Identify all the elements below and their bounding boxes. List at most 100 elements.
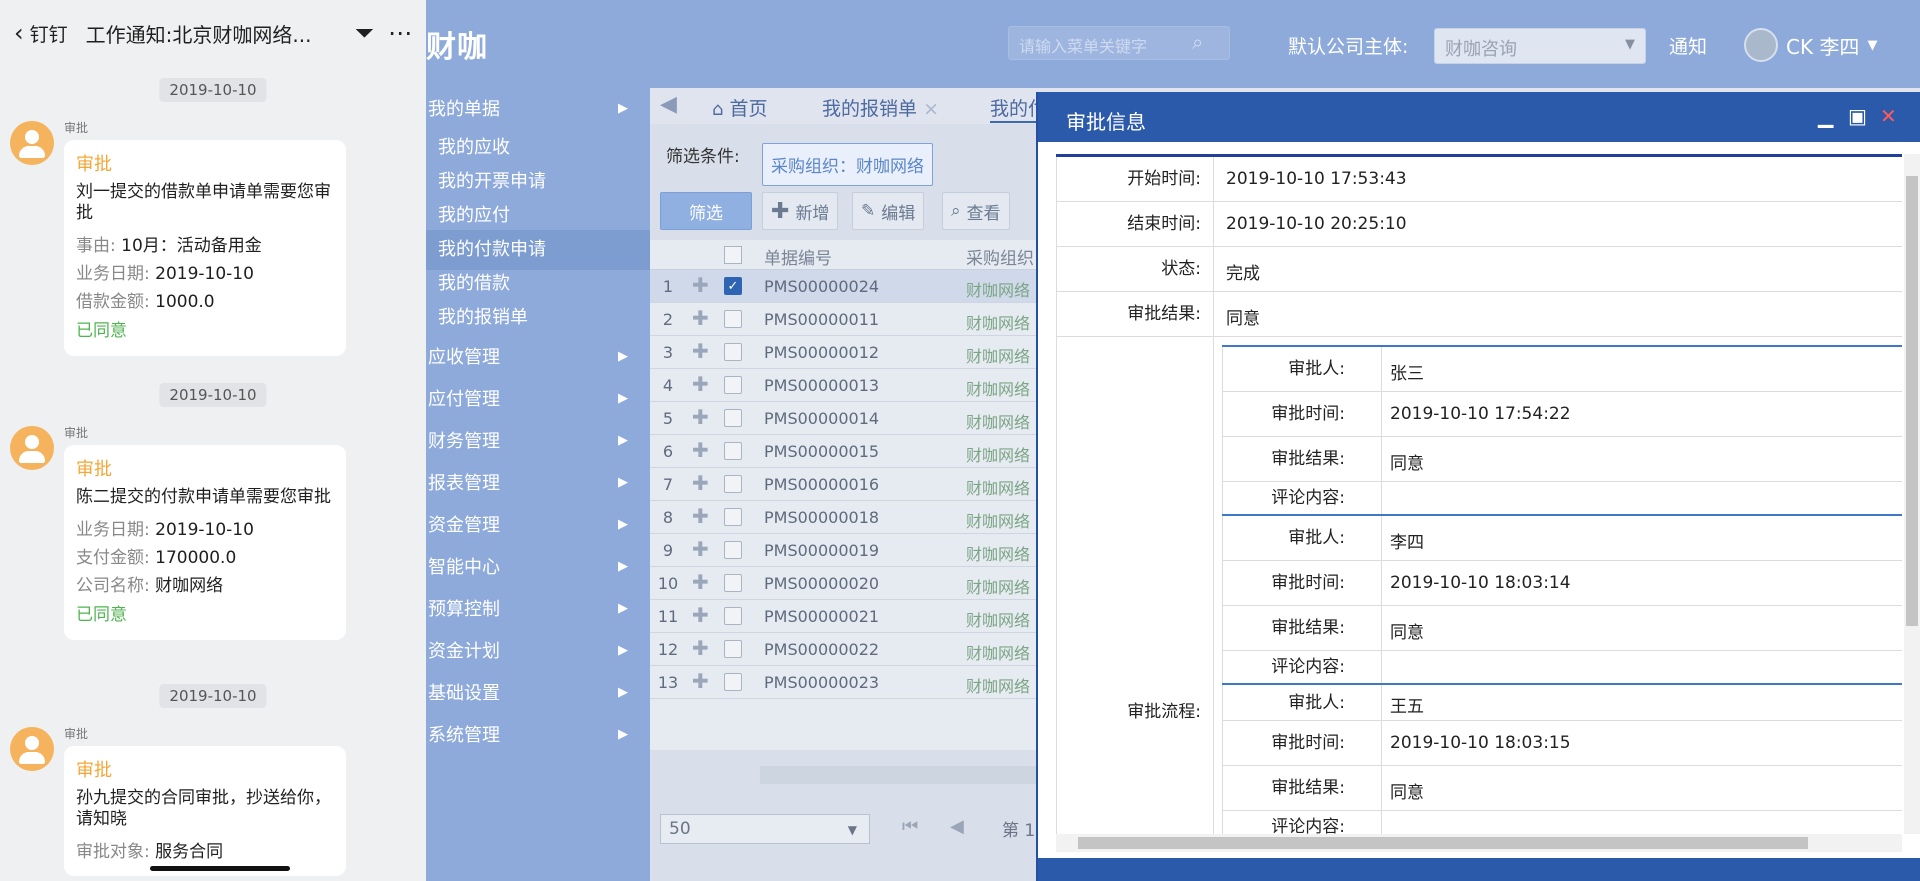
row-checkbox[interactable] <box>724 673 742 691</box>
table-row[interactable]: 12 ✚ PMS00000022 财咖网络 <box>650 633 1050 666</box>
row-checkbox[interactable] <box>724 541 742 559</box>
dialog-vscrollbar[interactable] <box>1904 154 1920 834</box>
avatar[interactable] <box>10 426 54 470</box>
tab-prev-icon[interactable]: ◀ <box>660 92 677 117</box>
sidebar-group[interactable]: 预算控制 ▶ <box>426 588 650 628</box>
table-row[interactable]: 4 ✚ PMS00000013 财咖网络 <box>650 369 1050 402</box>
expand-icon[interactable]: ✚ <box>692 537 709 561</box>
row-checkbox[interactable] <box>724 442 742 460</box>
company-select[interactable]: 财咖咨询 ▼ <box>1434 28 1646 64</box>
minimize-icon[interactable]: ▁ <box>1818 104 1833 128</box>
filter-button[interactable]: 筛选 <box>660 192 752 230</box>
table-row[interactable]: 5 ✚ PMS00000014 财咖网络 <box>650 402 1050 435</box>
row-number: 8 <box>662 508 674 527</box>
back-button[interactable]: ‹ 钉钉 <box>14 19 68 47</box>
table-row[interactable]: 6 ✚ PMS00000015 财咖网络 <box>650 435 1050 468</box>
sidebar-group[interactable]: 资金计划 ▶ <box>426 630 650 670</box>
info-value: 2019-10-10 20:25:10 <box>1226 214 1407 234</box>
expand-icon[interactable]: ✚ <box>692 603 709 627</box>
edit-button[interactable]: ✎ 编辑 <box>852 192 925 230</box>
filter-tag[interactable]: 采购组织：财咖网络 <box>762 143 933 186</box>
sidebar-group[interactable]: 报表管理 ▶ <box>426 462 650 502</box>
approval-card[interactable]: 审批 陈二提交的付款申请单需要您审批 业务日期: 2019-10-10 支付金额: 1… <box>64 445 346 640</box>
sender-name: 审批 <box>64 121 89 135</box>
flow-field-label: 评论内容: <box>1222 482 1382 514</box>
add-button[interactable]: ✚ 新增 <box>762 192 839 230</box>
avatar[interactable] <box>10 121 54 165</box>
table-row[interactable]: 1 ✚ ✓ PMS00000024 财咖网络 <box>650 270 1050 303</box>
row-checkbox[interactable]: ✓ <box>724 277 742 295</box>
table-row[interactable]: 2 ✚ PMS00000011 财咖网络 <box>650 303 1050 336</box>
expand-icon[interactable]: ✚ <box>692 669 709 693</box>
flow-label: 审批流程: <box>1056 337 1214 834</box>
row-checkbox[interactable] <box>724 376 742 394</box>
row-checkbox[interactable] <box>724 310 742 328</box>
user-icon <box>25 435 39 449</box>
row-checkbox[interactable] <box>724 409 742 427</box>
prev-page-icon[interactable]: ◀ <box>950 816 964 837</box>
col-org[interactable]: 采购组织 <box>966 244 1034 269</box>
first-page-icon[interactable]: ⏮ <box>902 816 918 837</box>
table-row[interactable]: 13 ✚ PMS00000023 财咖网络 <box>650 666 1050 699</box>
user-menu[interactable]: CK 李四 ▼ <box>1744 28 1877 62</box>
avatar[interactable] <box>10 727 54 771</box>
search-icon[interactable]: ⌕ <box>1192 30 1203 54</box>
notification-link[interactable]: 通知 <box>1669 32 1707 59</box>
sidebar-group[interactable]: 我的单据 ▶ <box>426 88 650 128</box>
sidebar-group[interactable]: 财务管理 ▶ <box>426 420 650 460</box>
row-number: 7 <box>662 475 674 494</box>
page-size-select[interactable]: 50 ▼ <box>660 814 870 844</box>
sidebar-group[interactable]: 智能中心 ▶ <box>426 546 650 586</box>
company-label: 默认公司主体: <box>1288 36 1409 58</box>
table-row[interactable]: 10 ✚ PMS00000020 财咖网络 <box>650 567 1050 600</box>
chevron-right-icon: ▶ <box>618 558 628 574</box>
select-all-checkbox[interactable] <box>724 246 742 264</box>
sidebar-group[interactable]: 系统管理 ▶ <box>426 714 650 754</box>
expand-icon[interactable]: ✚ <box>692 504 709 528</box>
expand-icon[interactable]: ✚ <box>692 339 709 363</box>
filter-label: 筛选条件: <box>666 147 740 167</box>
expand-icon[interactable]: ✚ <box>692 570 709 594</box>
card-field: 支付金额: 170000.0 <box>76 544 334 572</box>
expand-icon[interactable]: ✚ <box>692 471 709 495</box>
approval-card[interactable]: 审批 孙九提交的合同审批，抄送给你，请知晓 审批对象: 服务合同 <box>64 746 346 876</box>
table-row[interactable]: 9 ✚ PMS00000019 财咖网络 <box>650 534 1050 567</box>
sidebar-item[interactable]: 我的报销单 <box>426 298 650 338</box>
scroll-thumb[interactable] <box>1078 837 1808 849</box>
scroll-thumb[interactable] <box>1906 176 1918 626</box>
expand-icon[interactable]: ✚ <box>692 405 709 429</box>
table-row[interactable]: 8 ✚ PMS00000018 财咖网络 <box>650 501 1050 534</box>
expand-icon[interactable]: ✚ <box>692 438 709 462</box>
sidebar-group[interactable]: 资金管理 ▶ <box>426 504 650 544</box>
table-row[interactable]: 7 ✚ PMS00000016 财咖网络 <box>650 468 1050 501</box>
sidebar-group[interactable]: 基础设置 ▶ <box>426 672 650 712</box>
row-checkbox[interactable] <box>724 508 742 526</box>
expand-icon[interactable]: ✚ <box>692 372 709 396</box>
filter-icon[interactable]: ⏷ <box>355 19 374 47</box>
sidebar-group[interactable]: 应付管理 ▶ <box>426 378 650 418</box>
row-checkbox[interactable] <box>724 607 742 625</box>
row-checkbox[interactable] <box>724 574 742 592</box>
maximize-icon[interactable]: ▣ <box>1848 104 1867 128</box>
more-icon[interactable]: ⋯ <box>388 19 412 47</box>
flow-field: 审批人: 王五 <box>1222 685 1902 721</box>
expand-icon[interactable]: ✚ <box>692 636 709 660</box>
row-checkbox[interactable] <box>724 640 742 658</box>
user-name: CK 李四 <box>1786 34 1860 59</box>
view-button[interactable]: ⌕ 查看 <box>942 192 1010 230</box>
approval-card[interactable]: 审批 刘一提交的借款单申请单需要您审批 事由: 10月：活动备用金 业务日期: 201… <box>64 140 346 356</box>
tab-home[interactable]: ⌂ 首页 <box>712 94 768 121</box>
close-icon[interactable]: ✕ <box>1880 104 1897 128</box>
tab-expense[interactable]: 我的报销单 × <box>822 94 939 121</box>
expand-icon[interactable]: ✚ <box>692 273 709 297</box>
table-row[interactable]: 3 ✚ PMS00000012 财咖网络 <box>650 336 1050 369</box>
table-row[interactable]: 11 ✚ PMS00000021 财咖网络 <box>650 600 1050 633</box>
col-code[interactable]: 单据编号 <box>764 244 832 269</box>
sidebar-group[interactable]: 应收管理 ▶ <box>426 336 650 376</box>
expand-icon[interactable]: ✚ <box>692 306 709 330</box>
close-icon[interactable]: × <box>923 98 939 120</box>
row-checkbox[interactable] <box>724 343 742 361</box>
grid-hscrollbar[interactable] <box>760 766 1050 784</box>
dialog-hscrollbar[interactable] <box>1056 834 1902 852</box>
row-checkbox[interactable] <box>724 475 742 493</box>
